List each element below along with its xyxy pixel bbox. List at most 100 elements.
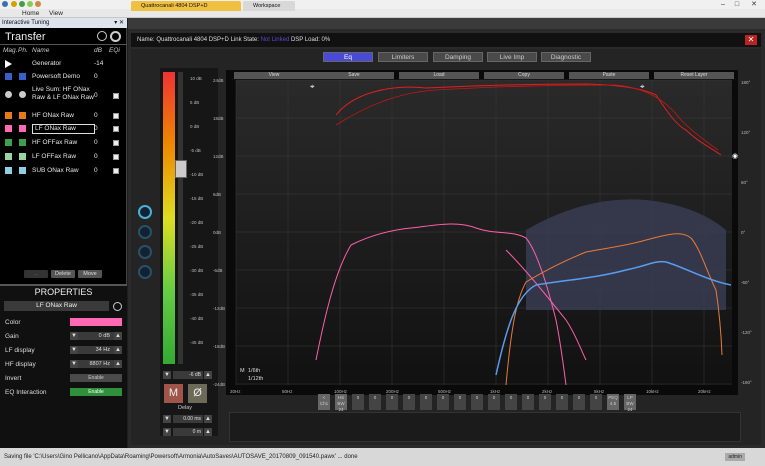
increase-icon[interactable]: ▲ <box>114 346 122 354</box>
filter-band-button[interactable]: 0 <box>454 394 466 410</box>
filter-band-button[interactable]: 0 <box>488 394 500 410</box>
settings-icon[interactable] <box>110 31 121 42</box>
filter-band-button[interactable]: HS BW 24 <box>335 394 347 412</box>
toolbar-button[interactable]: Reset Layer <box>654 72 734 79</box>
fader-handle[interactable] <box>175 160 187 178</box>
delete-button[interactable]: Delete <box>51 270 75 278</box>
phase-toggle-icon[interactable] <box>19 139 26 146</box>
maximize-icon[interactable]: □ <box>731 0 743 9</box>
eqi-checkbox[interactable] <box>113 93 119 99</box>
filter-band-button[interactable]: 0 <box>352 394 364 410</box>
fader-down-icon[interactable]: ▼ <box>163 371 171 379</box>
open-icon[interactable] <box>19 1 25 7</box>
m-value-1[interactable]: 1/6th <box>248 368 260 374</box>
mag-toggle-icon[interactable] <box>5 153 12 160</box>
filter-band-button[interactable]: 0 <box>403 394 415 410</box>
filter-band-button[interactable]: 0 <box>590 394 602 410</box>
mag-toggle-icon[interactable] <box>5 91 12 98</box>
mag-toggle-icon[interactable] <box>5 112 12 119</box>
tab-live-imp[interactable]: Live Imp <box>487 52 537 62</box>
toolbar-button[interactable]: Save <box>314 72 394 79</box>
decrease-icon[interactable]: ▼ <box>70 332 78 340</box>
close-window-icon[interactable]: ✕ <box>748 0 760 9</box>
phase-button[interactable]: Ø <box>188 384 207 403</box>
tab-damping[interactable]: Damping <box>433 52 483 62</box>
increase-icon[interactable]: ▲ <box>114 332 122 340</box>
phase-toggle-icon[interactable] <box>19 153 26 160</box>
menu-home[interactable]: Home <box>22 9 39 18</box>
eqi-checkbox[interactable] <box>113 126 119 132</box>
invert-enable-button[interactable]: Enable <box>70 374 122 382</box>
transfer-row-sub-onax[interactable]: SUB ONax Raw 0 <box>0 165 127 178</box>
transfer-row-lf-offax[interactable]: LF OFFax Raw 0 <box>0 151 127 164</box>
eqi-checkbox[interactable] <box>113 154 119 160</box>
decrease-icon[interactable]: ▼ <box>70 360 78 368</box>
mag-toggle-icon[interactable] <box>5 167 12 174</box>
channel-3-knob[interactable] <box>138 245 152 259</box>
panel-tab-interactive-tuning[interactable]: Interactive Tuning ▾ ✕ <box>0 18 127 28</box>
tab-eq[interactable]: Eq <box>323 52 373 62</box>
transfer-row-lf-onax[interactable]: LF ONax Raw 0 <box>0 123 127 136</box>
crosshair-icon[interactable]: ⌖ <box>640 82 648 91</box>
transfer-row-hf-offax[interactable]: HF OFFax Raw 0 <box>0 137 127 150</box>
eqi-checkbox[interactable] <box>113 168 119 174</box>
filter-band-button[interactable]: 0 <box>539 394 551 410</box>
filter-band-button[interactable]: 0 <box>573 394 585 410</box>
fader-value[interactable]: -6 dB <box>173 371 203 379</box>
tab-diagnostic[interactable]: Diagnostic <box>541 52 591 62</box>
tab-workspace[interactable]: Workspace <box>243 1 295 11</box>
phase-toggle-icon[interactable] <box>19 125 26 132</box>
undo-icon[interactable] <box>35 1 41 7</box>
eq-interaction-enable-button[interactable]: Enable <box>70 388 122 396</box>
delay-m-field[interactable]: 0 m <box>173 428 203 436</box>
filter-band-button[interactable]: 0 <box>522 394 534 410</box>
filter-band-button[interactable]: 0 <box>386 394 398 410</box>
minimize-icon[interactable]: – <box>717 0 729 9</box>
play-icon[interactable] <box>5 60 12 68</box>
filter-band-button[interactable]: < Ch1 <box>318 394 330 410</box>
m-value-2[interactable]: 1/12th <box>248 376 263 382</box>
phase-toggle-icon[interactable] <box>19 73 26 80</box>
filter-band-button[interactable]: 0 <box>471 394 483 410</box>
delay-up-icon[interactable]: ▲ <box>204 415 212 423</box>
filter-band-button[interactable]: 0 <box>369 394 381 410</box>
delay-m-down-icon[interactable]: ▼ <box>163 428 171 436</box>
tab-limiters[interactable]: Limiters <box>378 52 428 62</box>
crosshair-icon[interactable]: ⌖ <box>310 82 318 91</box>
tab-device[interactable]: Quattrocanali 4804 DSP+D <box>131 1 241 11</box>
fader-track[interactable] <box>178 72 183 364</box>
mag-toggle-icon[interactable] <box>5 139 12 146</box>
transfer-row-generator[interactable]: Generator -14 <box>0 58 127 71</box>
channel-4-knob[interactable] <box>138 265 152 279</box>
eqi-checkbox[interactable] <box>113 140 119 146</box>
delay-ms-field[interactable]: 0.00 ms <box>173 415 203 423</box>
phase-toggle-icon[interactable] <box>19 91 26 98</box>
panel-close-icon[interactable]: ▾ ✕ <box>114 18 124 28</box>
phase-toggle-icon[interactable] <box>19 167 26 174</box>
menu-view[interactable]: View <box>49 9 63 18</box>
save-icon[interactable] <box>27 1 33 7</box>
info-icon[interactable] <box>113 302 122 311</box>
transfer-row-powersoft-demo[interactable]: Powersoft Demo 0 <box>0 71 127 84</box>
decrease-icon[interactable]: ▼ <box>70 346 78 354</box>
color-swatch[interactable] <box>70 318 122 326</box>
selected-transfer-name[interactable]: LF ONax Raw <box>4 301 109 311</box>
new-icon[interactable] <box>11 1 17 7</box>
channel-1-knob[interactable] <box>138 205 152 219</box>
delay-m-up-icon[interactable]: ▲ <box>204 428 212 436</box>
transfer-row-hf-onax[interactable]: HF ONax Raw 0 <box>0 110 127 123</box>
mute-button[interactable]: M <box>164 384 183 403</box>
delay-down-icon[interactable]: ▼ <box>163 415 171 423</box>
filter-band-button[interactable]: 0 <box>420 394 432 410</box>
add-transfer-icon[interactable] <box>97 31 107 41</box>
toolbar-button[interactable]: Load <box>399 72 479 79</box>
eqi-checkbox[interactable] <box>113 113 119 119</box>
mag-toggle-icon[interactable] <box>5 73 12 80</box>
close-icon[interactable]: ✕ <box>745 35 757 45</box>
phase-toggle-icon[interactable] <box>19 112 26 119</box>
fader-up-icon[interactable]: ▲ <box>204 371 212 379</box>
toolbar-button[interactable]: Paste <box>569 72 649 79</box>
transfer-name[interactable]: LF ONax Raw <box>32 124 95 134</box>
filter-band-button[interactable]: PEQ 4.5 <box>607 394 619 410</box>
filter-band-button[interactable]: 0 <box>556 394 568 410</box>
